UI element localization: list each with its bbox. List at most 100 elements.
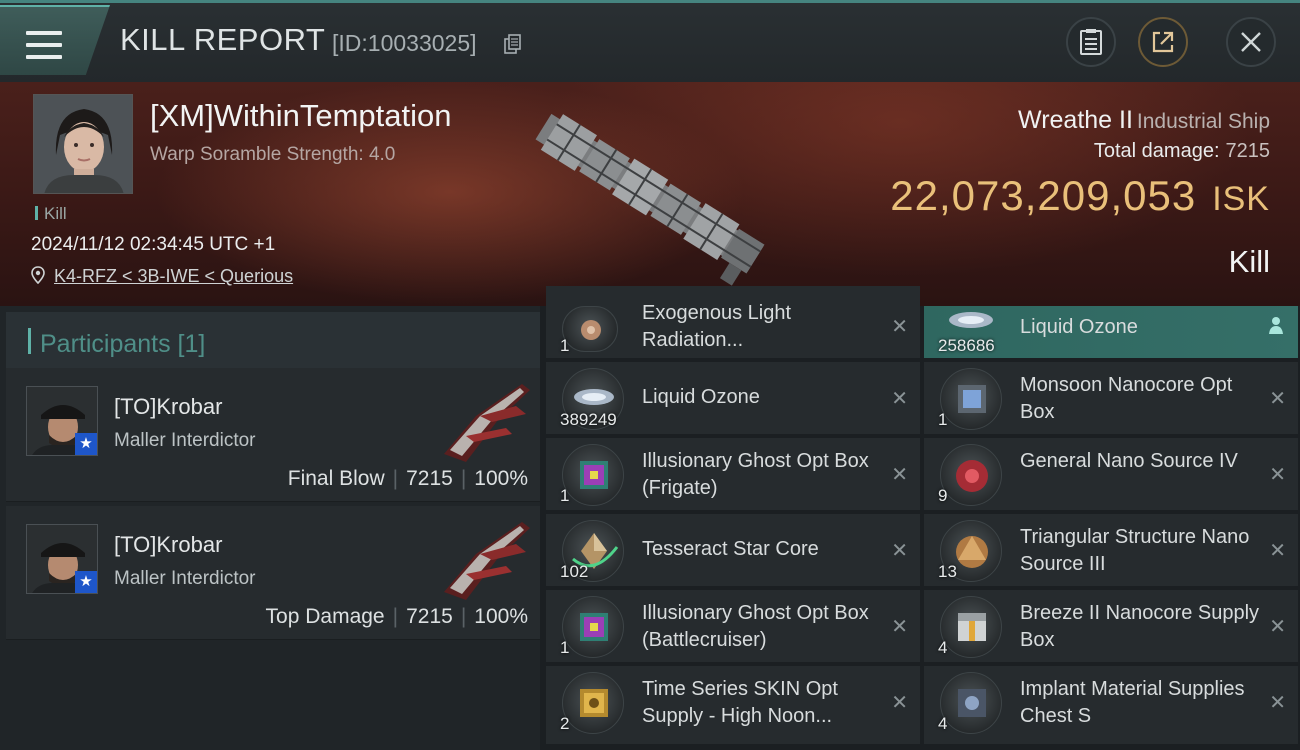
item-row[interactable]: 9 General Nano Source IV ✕	[924, 438, 1298, 512]
nanocore-box-icon	[940, 368, 1002, 430]
report-log-button[interactable]	[1066, 17, 1116, 67]
participant-damage: 7215	[406, 467, 453, 490]
participant-row[interactable]: ★ [TO]Krobar Maller Interdictor Final Bl…	[6, 368, 540, 502]
item-quantity: 2	[560, 714, 570, 733]
dropped-x-icon: ✕	[891, 388, 908, 410]
item-name: Triangular Structure Nano Source III	[1020, 526, 1250, 575]
item-row[interactable]: 1 Exogenous Light Radiation... ✕	[546, 286, 920, 360]
item-name: Time Series SKIN Opt Supply - High Noon.…	[642, 678, 838, 727]
participant-ship-image	[444, 384, 530, 462]
item-row[interactable]: 13 Triangular Structure Nano Source III …	[924, 514, 1298, 588]
supply-box-icon	[940, 596, 1002, 658]
report-id: [ID:10033025]	[332, 30, 477, 56]
clipboard-icon	[1080, 29, 1102, 55]
item-quantity: 258686	[938, 336, 995, 355]
item-row[interactable]: 1 Monsoon Nanocore Opt Box ✕	[924, 362, 1298, 436]
item-name: Illusionary Ghost Opt Box (Frigate)	[642, 450, 869, 499]
victim-ship[interactable]: Wreathe II Industrial Ship	[1018, 106, 1270, 135]
participants-title: Participants [1]	[40, 330, 206, 358]
warp-scramble-strength: Warp Soramble Strength: 4.0	[150, 144, 396, 165]
item-name: General Nano Source IV	[1020, 450, 1238, 472]
item-row[interactable]: 2 Time Series SKIN Opt Supply - High Noo…	[546, 666, 920, 746]
item-name: Monsoon Nanocore Opt Box	[1020, 374, 1233, 423]
participant-damage: 7215	[406, 605, 453, 628]
corp-star-badge: ★	[75, 433, 97, 455]
item-quantity: 4	[938, 638, 948, 657]
participants-header: Participants [1]	[6, 312, 540, 368]
participant-ship: Maller Interdictor	[114, 568, 256, 589]
participants-panel: Participants [1] ★ [TO]Krobar Maller Int…	[0, 306, 540, 750]
dropped-x-icon: ✕	[891, 616, 908, 638]
item-name: Illusionary Ghost Opt Box (Battlecruiser…	[642, 602, 869, 651]
item-quantity: 9	[938, 486, 948, 505]
participant-stats: Final Blow | 7215 | 100%	[287, 467, 528, 490]
item-name: Implant Material Supplies Chest S	[1020, 678, 1245, 727]
item-row-active[interactable]: 258686 Liquid Ozone	[924, 306, 1298, 360]
opt-box-icon	[562, 596, 624, 658]
dropped-x-icon: ✕	[1269, 616, 1286, 638]
isk-unit: ISK	[1212, 180, 1270, 218]
dropped-x-icon: ✕	[1269, 464, 1286, 486]
close-button[interactable]	[1226, 17, 1276, 67]
item-quantity: 102	[560, 562, 589, 581]
kill-result: Kill	[1228, 244, 1270, 279]
skin-box-icon	[562, 672, 624, 734]
participant-row[interactable]: ★ [TO]Krobar Maller Interdictor Top Dama…	[6, 506, 540, 640]
victim-avatar[interactable]	[33, 94, 133, 194]
total-damage: Total damage: 7215	[1094, 140, 1270, 163]
header-accent-bar	[28, 328, 31, 354]
participant-percent: 100%	[474, 467, 528, 490]
top-accent-line	[0, 0, 1300, 3]
participant-ship-image	[444, 522, 530, 600]
isk-value: 22,073,209,053 ISK	[890, 172, 1270, 220]
victim-portrait-icon	[34, 95, 132, 193]
victim-name[interactable]: [XM]WithinTemptation	[150, 98, 452, 134]
item-name: Exogenous Light Radiation...	[642, 302, 792, 351]
menu-button[interactable]	[0, 5, 110, 75]
item-quantity: 1	[560, 638, 570, 657]
item-name: Breeze II Nanocore Supply Box	[1020, 602, 1260, 651]
share-icon	[1152, 31, 1174, 53]
nano-source-icon	[940, 444, 1002, 506]
dropped-x-icon: ✕	[1269, 540, 1286, 562]
participant-avatar[interactable]: ★	[26, 386, 98, 456]
participant-stats: Top Damage | 7215 | 100%	[265, 605, 528, 628]
location-link[interactable]: K4-RFZ < 3B-IWE < Querious	[54, 266, 293, 286]
item-row[interactable]: 4 Implant Material Supplies Chest S ✕	[924, 666, 1298, 746]
chest-icon	[940, 672, 1002, 734]
item-row[interactable]: 4 Breeze II Nanocore Supply Box ✕	[924, 590, 1298, 664]
ship-class: Industrial Ship	[1136, 110, 1270, 133]
share-button[interactable]	[1138, 17, 1188, 67]
participant-name[interactable]: [TO]Krobar	[114, 394, 222, 420]
item-row[interactable]: 1 Illusionary Ghost Opt Box (Frigate) ✕	[546, 438, 920, 512]
participant-name[interactable]: [TO]Krobar	[114, 532, 222, 558]
dropped-x-icon: ✕	[891, 464, 908, 486]
item-row[interactable]: 1 Illusionary Ghost Opt Box (Battlecruis…	[546, 590, 920, 664]
item-quantity: 1	[938, 410, 948, 429]
dropped-x-icon: ✕	[1269, 692, 1286, 714]
copy-icon[interactable]	[504, 34, 522, 54]
item-row[interactable]: 102 Tesseract Star Core ✕	[546, 514, 920, 588]
opt-box-icon	[562, 444, 624, 506]
item-name: Liquid Ozone	[1020, 316, 1138, 338]
kill-datetime: 2024/11/12 02:34:45 UTC +1	[31, 234, 276, 255]
item-quantity: 4	[938, 714, 948, 733]
kill-location[interactable]: K4-RFZ < 3B-IWE < Querious	[31, 266, 293, 287]
item-quantity: 1	[560, 486, 570, 505]
participant-percent: 100%	[474, 605, 528, 628]
ship-name: Wreathe II	[1018, 106, 1133, 134]
close-icon	[1241, 32, 1261, 52]
kill-tag: Kill	[35, 204, 67, 224]
total-damage-label: Total damage:	[1093, 140, 1220, 162]
item-row[interactable]: 389249 Liquid Ozone ✕	[546, 362, 920, 436]
participant-role: Top Damage	[265, 605, 385, 628]
corp-star-badge: ★	[75, 571, 97, 593]
location-pin-icon	[31, 266, 45, 285]
dropped-x-icon: ✕	[891, 316, 908, 338]
total-damage-value: 7215	[1225, 140, 1271, 162]
participant-avatar[interactable]: ★	[26, 524, 98, 594]
item-name: Liquid Ozone	[642, 386, 760, 408]
hamburger-icon	[26, 31, 62, 59]
page-title: KILL REPORT	[120, 22, 326, 57]
participant-ship: Maller Interdictor	[114, 430, 256, 451]
